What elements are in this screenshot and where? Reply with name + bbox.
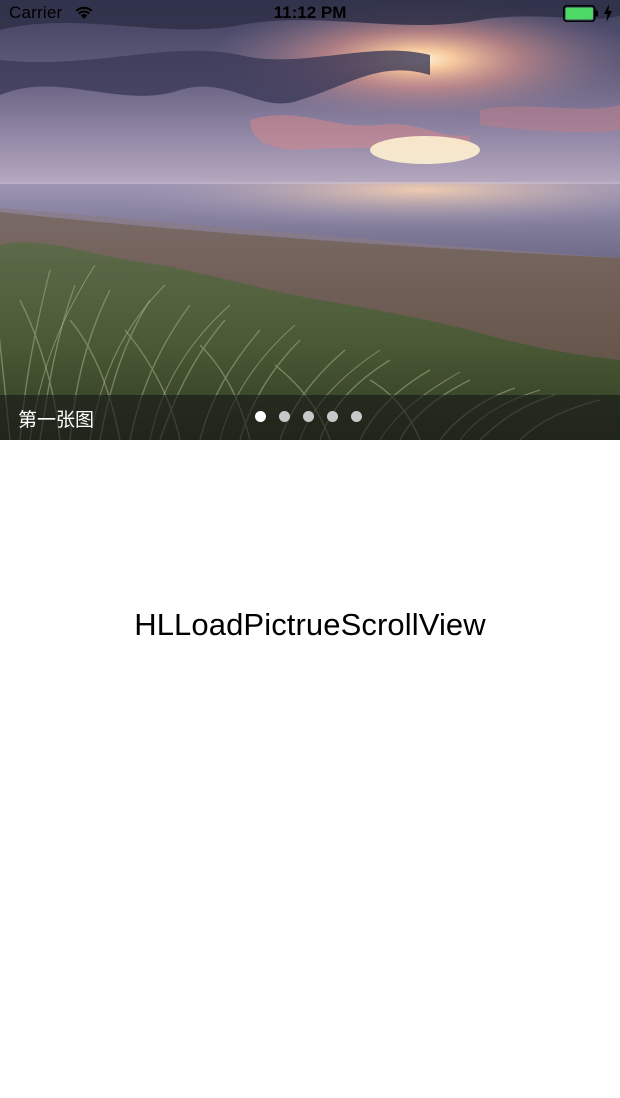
page-dot-3[interactable] [303, 411, 314, 422]
status-time: 11:12 PM [273, 3, 347, 22]
picture-scroll-view[interactable]: Carrier 11:12 PM 第一张图 [0, 0, 620, 440]
banner-image [0, 0, 620, 440]
page-dot-2[interactable] [279, 411, 290, 422]
banner-caption-bar: 第一张图 [0, 395, 620, 440]
page-dot-5[interactable] [351, 411, 362, 422]
page-dot-1[interactable] [255, 411, 266, 422]
page-dot-4[interactable] [327, 411, 338, 422]
charging-bolt-icon [604, 4, 612, 22]
app-screen: Carrier 11:12 PM 第一张图 HLLoadPictrueScrol… [0, 0, 620, 1098]
status-bar: Carrier 11:12 PM [0, 0, 620, 28]
battery-icon [563, 5, 598, 22]
title-label: HLLoadPictrueScrollView [134, 607, 486, 642]
banner-caption: 第一张图 [18, 409, 95, 431]
